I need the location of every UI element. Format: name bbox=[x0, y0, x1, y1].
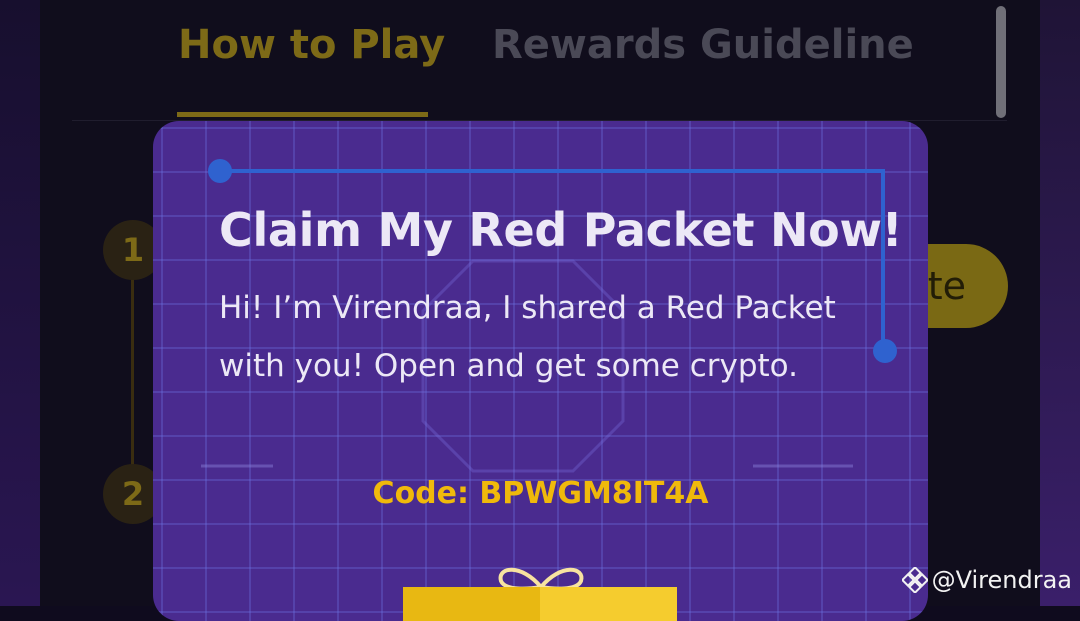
step-connector-line bbox=[131, 270, 134, 470]
red-packet-modal[interactable]: Claim My Red Packet Now! Hi! I’m Virendr… bbox=[153, 121, 928, 621]
tab-rewards-guideline[interactable]: Rewards Guideline bbox=[492, 22, 914, 68]
side-glow-right bbox=[1040, 0, 1080, 606]
invite-button-label: te bbox=[927, 264, 966, 308]
watermark: @Virendraa bbox=[901, 566, 1072, 594]
modal-message: Hi! I’m Virendraa, I shared a Red Packet… bbox=[219, 290, 836, 384]
scrollbar-thumb[interactable] bbox=[996, 6, 1006, 118]
gift-box-lid-highlight bbox=[540, 587, 677, 621]
watermark-text: @Virendraa bbox=[931, 566, 1072, 594]
modal-title: Claim My Red Packet Now! bbox=[219, 203, 903, 257]
active-tab-indicator bbox=[177, 112, 428, 117]
referral-code[interactable]: Code: BPWGM8IT4A bbox=[153, 476, 928, 511]
binance-logo-icon bbox=[901, 567, 928, 593]
tab-how-to-play[interactable]: How to Play bbox=[178, 22, 445, 68]
side-glow-left bbox=[0, 0, 40, 606]
